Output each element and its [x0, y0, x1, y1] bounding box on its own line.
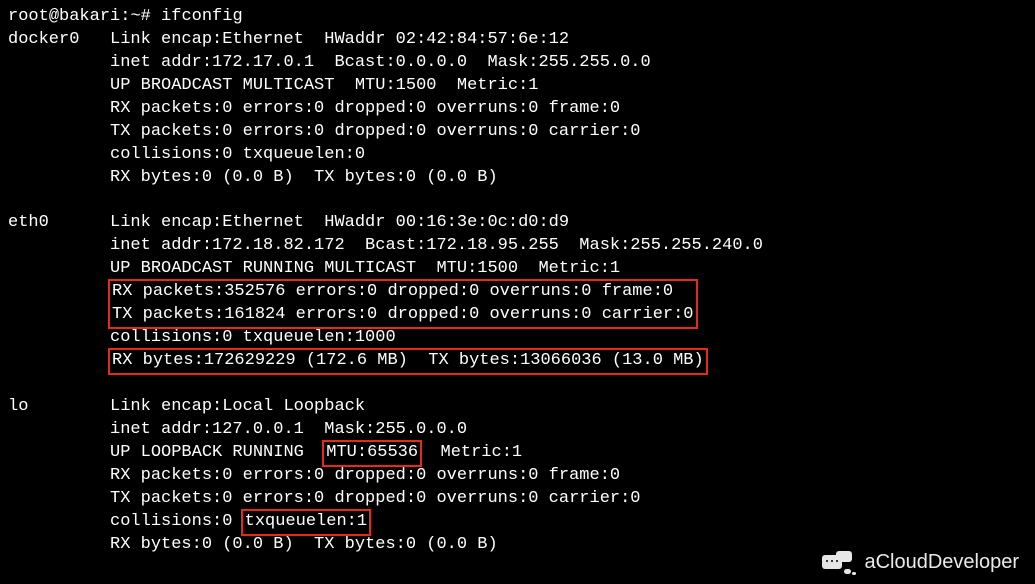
iface-line: Link encap:Ethernet HWaddr 00:16:3e:0c:d… — [110, 213, 569, 232]
iface-line: TX packets:0 errors:0 dropped:0 overruns… — [110, 489, 641, 508]
iface-line: inet addr:127.0.0.1 Mask:255.0.0.0 — [110, 420, 467, 439]
highlight-box: RX bytes:172629229 (172.6 MB) TX bytes:1… — [108, 348, 708, 375]
chat-bubble-icon — [822, 551, 858, 575]
iface-line: RX packets:0 errors:0 dropped:0 overruns… — [110, 466, 620, 485]
prompt-user: root — [8, 7, 49, 26]
prompt-host: bakari — [59, 7, 120, 26]
iface-line: UP BROADCAST MULTICAST MTU:1500 Metric:1 — [110, 76, 538, 95]
iface-lo: loLink encap:Local Loopback inet addr:12… — [8, 396, 1027, 557]
iface-line: TX packets:161824 errors:0 dropped:0 ove… — [112, 305, 694, 324]
iface-line: RX bytes:0 (0.0 B) TX bytes:0 (0.0 B) — [110, 535, 498, 554]
iface-line-part: UP LOOPBACK RUNNING — [110, 443, 324, 462]
iface-line: Link encap:Ethernet HWaddr 02:42:84:57:6… — [110, 30, 569, 49]
iface-line-part: Metric:1 — [420, 443, 522, 462]
iface-content: Link encap:Local Loopback inet addr:127.… — [110, 396, 641, 557]
iface-line: Link encap:Local Loopback — [110, 397, 365, 416]
watermark-text: aCloudDeveloper — [864, 549, 1019, 576]
iface-line: inet addr:172.17.0.1 Bcast:0.0.0.0 Mask:… — [110, 53, 651, 72]
iface-content: Link encap:Ethernet HWaddr 02:42:84:57:6… — [110, 29, 651, 190]
iface-line: RX bytes:0 (0.0 B) TX bytes:0 (0.0 B) — [110, 168, 498, 187]
iface-content: Link encap:Ethernet HWaddr 00:16:3e:0c:d… — [110, 212, 763, 373]
terminal-prompt: root@bakari:~# ifconfig — [8, 6, 1027, 29]
highlight-box: MTU:65536 — [322, 440, 422, 467]
iface-line: inet addr:172.18.82.172 Bcast:172.18.95.… — [110, 236, 763, 255]
iface-name: docker0 — [8, 29, 110, 52]
blank-line — [8, 190, 1027, 213]
watermark: aCloudDeveloper — [822, 549, 1019, 576]
prompt-symbol: # — [141, 7, 151, 26]
blank-line — [8, 373, 1027, 396]
iface-line: collisions:0 txqueuelen:0 — [110, 145, 365, 164]
iface-line: collisions:0 txqueuelen:1000 — [110, 328, 396, 347]
iface-line: RX packets:352576 errors:0 dropped:0 ove… — [112, 282, 673, 301]
iface-name: lo — [8, 396, 110, 419]
iface-line: RX bytes:172629229 (172.6 MB) TX bytes:1… — [112, 351, 704, 370]
iface-eth0: eth0Link encap:Ethernet HWaddr 00:16:3e:… — [8, 212, 1027, 373]
highlight-box: txqueuelen:1 — [241, 509, 371, 536]
iface-line: RX packets:0 errors:0 dropped:0 overruns… — [110, 99, 620, 118]
iface-line: UP BROADCAST RUNNING MULTICAST MTU:1500 … — [110, 259, 620, 278]
command-text: ifconfig — [161, 7, 243, 26]
iface-line: TX packets:0 errors:0 dropped:0 overruns… — [110, 122, 641, 141]
prompt-path: ~ — [130, 7, 140, 26]
iface-line-part: collisions:0 — [110, 512, 243, 531]
highlight-box: RX packets:352576 errors:0 dropped:0 ove… — [108, 279, 698, 329]
iface-name: eth0 — [8, 212, 110, 235]
iface-docker0: docker0Link encap:Ethernet HWaddr 02:42:… — [8, 29, 1027, 190]
